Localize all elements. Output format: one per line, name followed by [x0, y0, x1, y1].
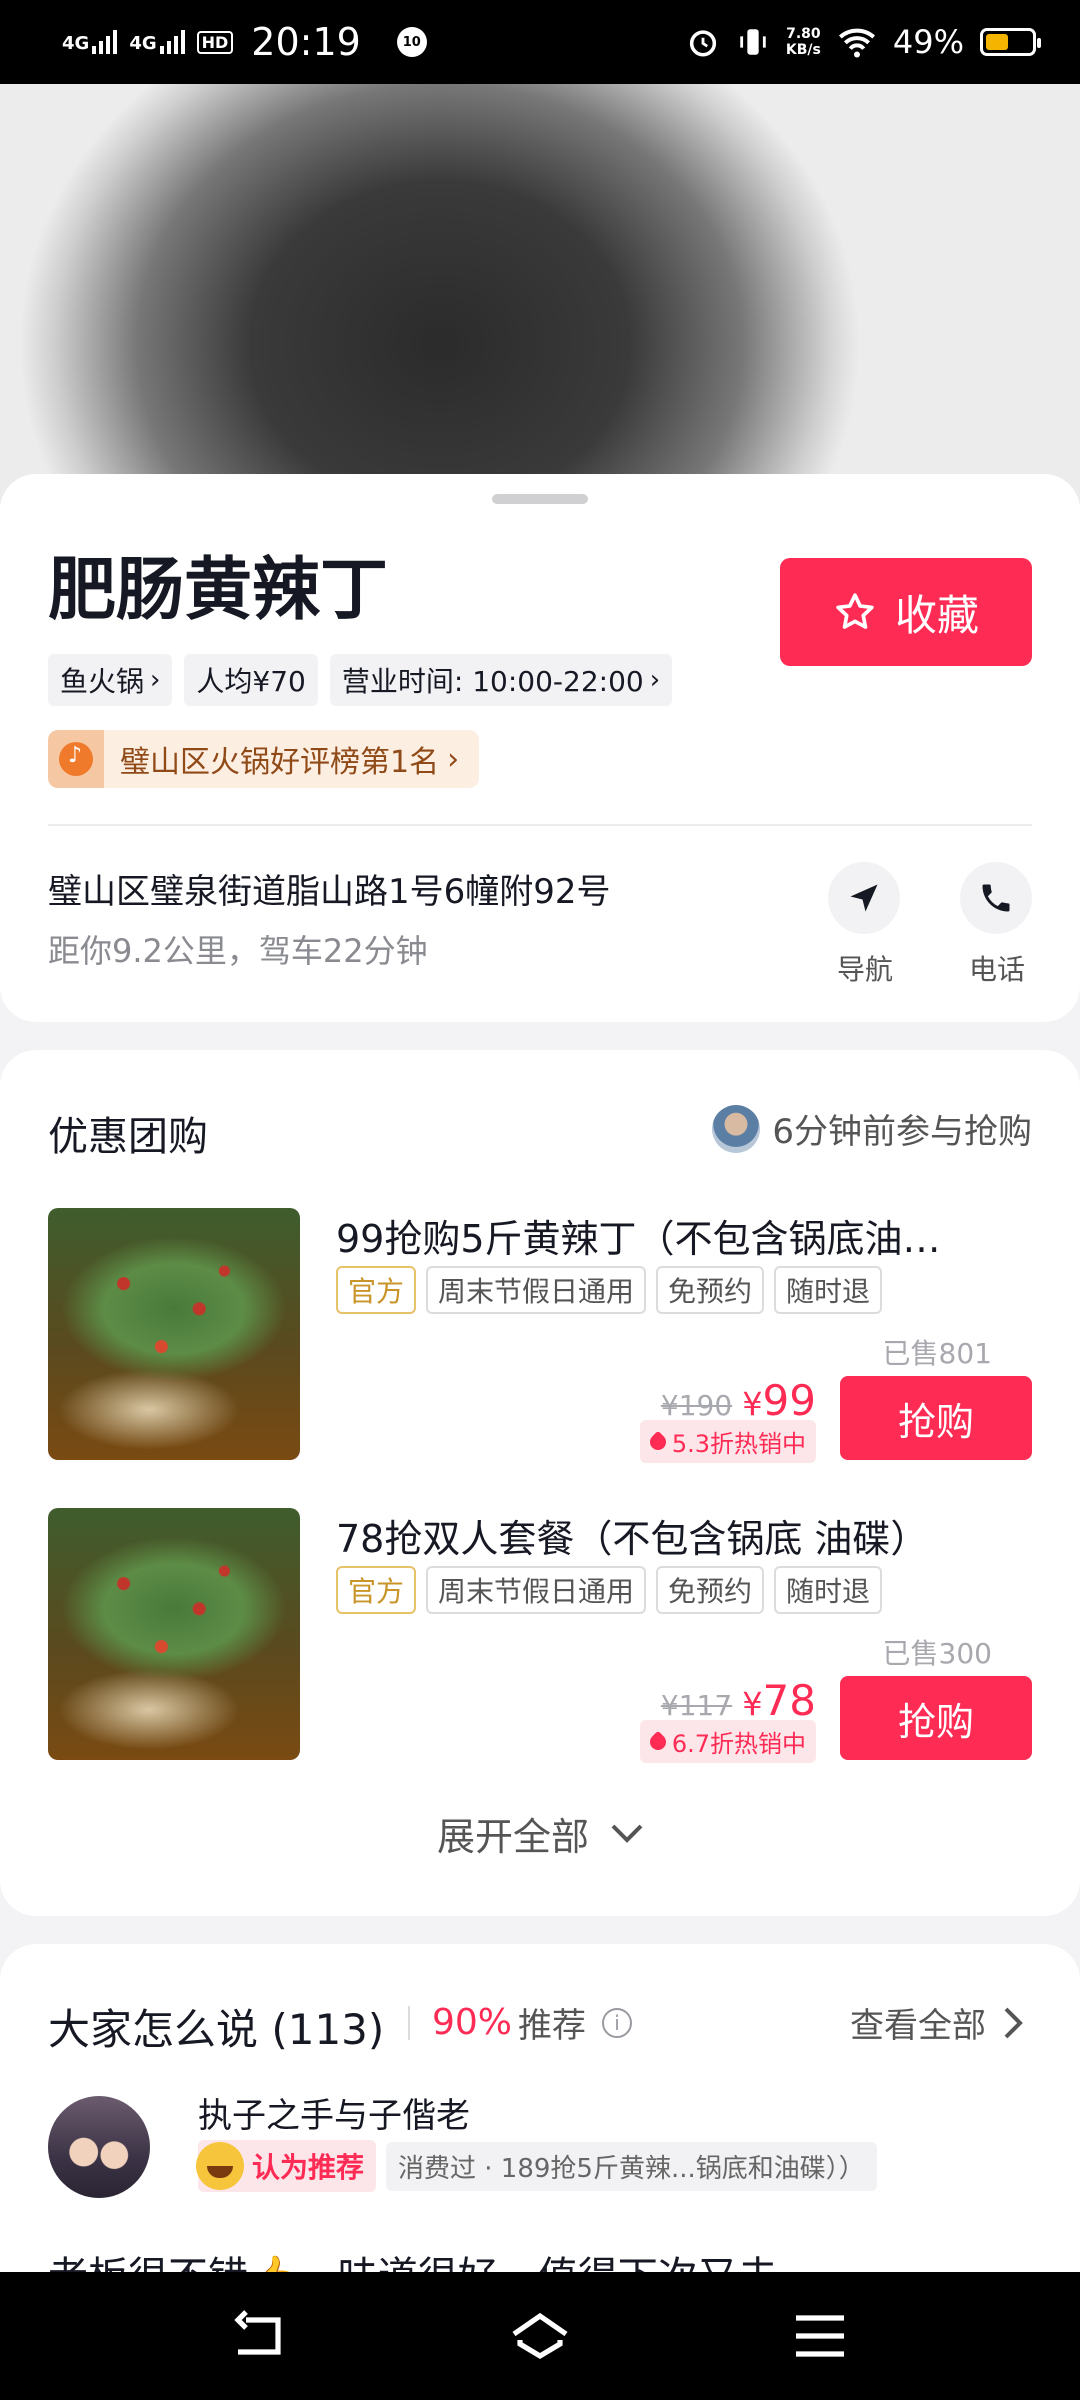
recommend-badge: 认为推荐: [196, 2140, 377, 2192]
deal-tag: 免预约: [656, 1566, 765, 1614]
avatar: [712, 1104, 761, 1153]
divider: [48, 824, 1032, 826]
recent-participant: 6分钟前参与抢购: [712, 1104, 1032, 1153]
shop-address[interactable]: 璧山区璧泉街道脂山路1号6幢附92号: [48, 864, 611, 913]
tag-avg-price: 人均¥70: [184, 654, 318, 706]
divider: [408, 2006, 410, 2040]
deal-tag: 周末节假日通用: [426, 1566, 647, 1614]
shop-cover-image[interactable]: [0, 84, 1080, 504]
deal-tag: 随时退: [774, 1566, 883, 1614]
chevron-right-icon: ›: [649, 665, 661, 695]
deal-tag: 免预约: [656, 1266, 765, 1314]
deal-tags: 官方 周末节假日通用 免预约 随时退: [336, 1266, 883, 1314]
deal-image[interactable]: [48, 1508, 300, 1760]
hd-icon: HD: [196, 30, 234, 54]
price-row: ¥117 ¥78: [661, 1676, 816, 1725]
shop-distance: 距你9.2公里，驾车22分钟: [48, 932, 428, 970]
chevron-right-icon: [1004, 2007, 1023, 2038]
navigation-arrow-icon: [850, 884, 878, 912]
discount-badge: 6.7折热销中: [639, 1720, 816, 1763]
deal-tag: 随时退: [774, 1266, 883, 1314]
expand-all-button[interactable]: 展开全部: [0, 1806, 1080, 1861]
phone-icon: [982, 884, 1010, 912]
drag-handle[interactable]: [492, 494, 588, 504]
original-price: ¥117: [660, 1689, 733, 1722]
douyin-icon: [48, 730, 104, 788]
system-nav-bar: [0, 2272, 1080, 2400]
buy-button[interactable]: 抢购: [840, 1676, 1032, 1760]
deal-image[interactable]: [48, 1208, 300, 1460]
group-deals-card: 优惠团购 6分钟前参与抢购 99抢购5斤黄辣丁（不包含锅底油… 官方 周末节假日…: [0, 1050, 1080, 1916]
home-icon[interactable]: [510, 2310, 570, 2362]
tag-hours[interactable]: 营业时间: 10:00-22:00 ›: [329, 654, 673, 706]
tag-icon: [646, 1730, 670, 1753]
recommend-rate: 90% 推荐 i: [432, 1998, 633, 2047]
star-icon: [836, 593, 874, 629]
tag-category[interactable]: 鱼火锅 ›: [48, 654, 173, 706]
official-badge: 官方: [336, 1566, 417, 1614]
battery-icon: [980, 28, 1041, 56]
discount-badge: 5.3折热销中: [639, 1420, 816, 1463]
deal-title[interactable]: 78抢双人套餐（不包含锅底 油碟）: [336, 1508, 1032, 1563]
wifi-icon: [838, 28, 875, 58]
deal-tags: 官方 周末节假日通用 免预约 随时退: [336, 1566, 883, 1614]
consumed-deal-tag: 消费过 · 189抢5斤黄辣...锅底和油碟））: [386, 2141, 877, 2191]
reviewer-avatar[interactable]: [48, 2096, 150, 2198]
deal-price: ¥78: [742, 1676, 816, 1725]
back-icon[interactable]: [230, 2310, 290, 2362]
battery-percent: 49%: [892, 23, 964, 61]
official-badge: 官方: [336, 1266, 417, 1314]
deal-title[interactable]: 99抢购5斤黄辣丁（不包含锅底油…: [336, 1208, 1032, 1263]
alarm-icon: [689, 30, 717, 57]
info-icon[interactable]: i: [602, 2007, 633, 2038]
price-row: ¥190 ¥99: [661, 1376, 816, 1425]
menu-icon[interactable]: [790, 2310, 850, 2362]
tag-icon: [646, 1430, 670, 1453]
deal-tag: 周末节假日通用: [426, 1266, 647, 1314]
chevron-right-icon: ›: [447, 741, 460, 777]
clock: 20:19: [251, 20, 361, 64]
signal-2-icon: 4G: [129, 30, 185, 54]
smile-emoji-icon: [196, 2142, 244, 2190]
chevron-down-icon: [611, 1824, 643, 1843]
shop-info-card: 肥肠黄辣丁 收藏 鱼火锅› 人均¥70 营业时间: 10:00-22:00› 璧…: [0, 474, 1080, 1022]
shop-name: 肥肠黄辣丁: [48, 551, 389, 630]
deal-price: ¥99: [742, 1376, 816, 1425]
deal-item[interactable]: 78抢双人套餐（不包含锅底 油碟） 官方 周末节假日通用 免预约 随时退 已售3…: [48, 1508, 1032, 1763]
see-all-reviews-button[interactable]: 查看全部: [850, 1998, 1024, 2047]
notification-badge: 10: [396, 27, 427, 57]
reviews-title: 大家怎么说 (113): [48, 2005, 385, 2054]
navigate-button[interactable]: 导航: [828, 862, 902, 988]
status-bar: 4G 4G HD 20:19 10 7.80 KB/s 49%: [0, 0, 1080, 84]
deal-item[interactable]: 99抢购5斤黄辣丁（不包含锅底油… 官方 周末节假日通用 免预约 随时退 已售8…: [48, 1208, 1032, 1463]
call-button[interactable]: 电话: [960, 862, 1034, 988]
network-speed: 7.80 KB/s: [785, 26, 821, 58]
sold-count: 已售801: [882, 1337, 992, 1370]
reviewer-name[interactable]: 执子之手与子偕老: [198, 2088, 470, 2137]
buy-button[interactable]: 抢购: [840, 1376, 1032, 1460]
chevron-right-icon: ›: [150, 665, 161, 695]
vibrate-icon: [740, 29, 766, 55]
signal-1-icon: 4G: [62, 30, 118, 54]
shop-tags: 鱼火锅 › 人均¥70 营业时间: 10:00-22:00 ›: [48, 654, 673, 706]
favorite-button[interactable]: 收藏: [780, 558, 1032, 666]
ranking-badge[interactable]: 璧山区火锅好评榜第1名 ›: [48, 730, 480, 788]
sold-count: 已售300: [882, 1637, 992, 1670]
original-price: ¥190: [660, 1389, 733, 1422]
section-title: 优惠团购: [48, 1114, 208, 1160]
review-tags: 认为推荐 消费过 · 189抢5斤黄辣...锅底和油碟））: [196, 2140, 877, 2192]
